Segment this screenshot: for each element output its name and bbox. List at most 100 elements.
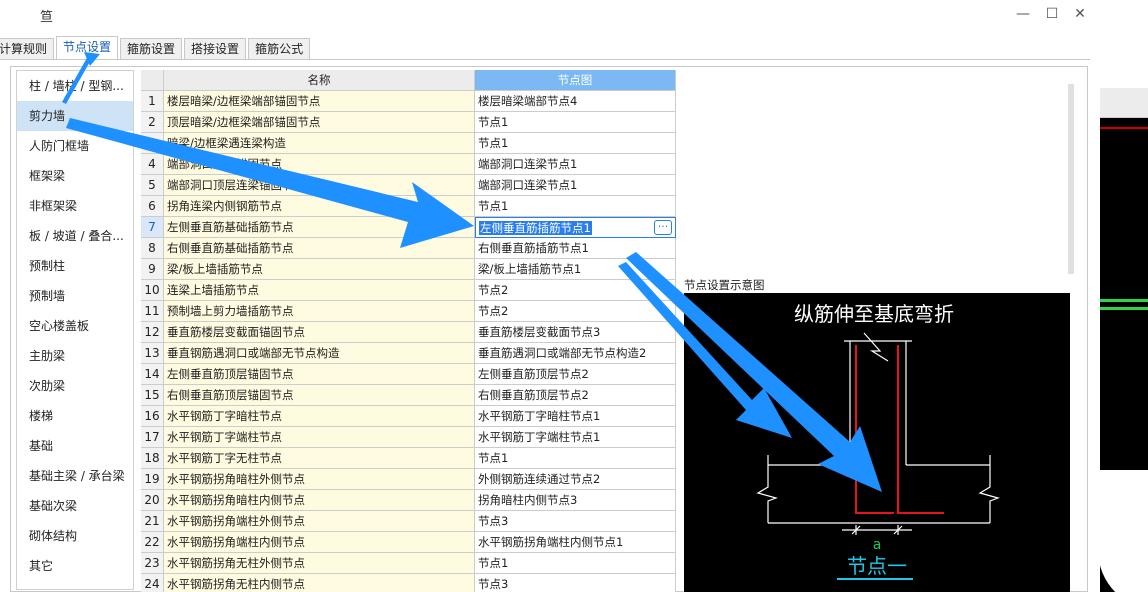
row-node-cell[interactable]: 拐角暗柱内侧节点3 bbox=[475, 490, 676, 511]
row-name-cell[interactable]: 水平钢筋拐角端柱外侧节点 bbox=[164, 511, 475, 532]
row-name-cell[interactable]: 水平钢筋拐角无柱外侧节点 bbox=[164, 553, 475, 574]
row-name-cell[interactable]: 预制墙上剪力墙插筋节点 bbox=[164, 301, 475, 322]
sidebar-item-secondary-rib-beam[interactable]: 次肋梁 bbox=[17, 371, 133, 401]
row-node-cell[interactable]: 端部洞口连梁节点1 bbox=[475, 154, 676, 175]
row-name-cell[interactable]: 端部洞口连梁锚固节点 bbox=[164, 154, 475, 175]
tab-stirrup-formula[interactable]: 箍筋公式 bbox=[248, 38, 311, 60]
row-name-cell[interactable]: 水平钢筋拐角暗柱内侧节点 bbox=[164, 490, 475, 511]
sidebar-item-precast-wall[interactable]: 预制墙 bbox=[17, 281, 133, 311]
minimize-button[interactable]: — bbox=[1012, 6, 1034, 22]
row-node-cell[interactable]: 端部洞口连梁节点1 bbox=[475, 175, 676, 196]
table-row[interactable]: 6 拐角连梁内侧钢筋节点 节点1 bbox=[141, 196, 677, 217]
row-name-cell[interactable]: 水平钢筋丁字无柱节点 bbox=[164, 448, 475, 469]
row-node-cell[interactable]: 左侧垂直筋顶层节点2 bbox=[475, 364, 676, 385]
column-header-name[interactable]: 名称 bbox=[164, 70, 475, 91]
row-node-cell[interactable]: 水平钢筋丁字暗柱节点1 bbox=[475, 406, 676, 427]
table-row[interactable]: 20 水平钢筋拐角暗柱内侧节点 拐角暗柱内侧节点3 bbox=[141, 490, 677, 511]
table-row[interactable]: 17 水平钢筋丁字端柱节点 水平钢筋丁字端柱节点1 bbox=[141, 427, 677, 448]
row-node-cell[interactable]: 节点1 bbox=[475, 448, 676, 469]
row-node-cell[interactable]: 左侧垂直筋插筋节点1 ··· bbox=[475, 217, 676, 238]
row-name-cell[interactable]: 梁/板上墙插筋节点 bbox=[164, 259, 475, 280]
sidebar-item-slab[interactable]: 板 / 坡道 / 叠合... bbox=[17, 221, 133, 251]
row-name-cell[interactable]: 垂直钢筋遇洞口或端部无节点构造 bbox=[164, 343, 475, 364]
row-node-cell[interactable]: 水平钢筋拐角端柱内侧节点1 bbox=[475, 532, 676, 553]
row-node-cell[interactable]: 节点1 bbox=[475, 196, 676, 217]
row-node-cell[interactable]: 节点3 bbox=[475, 511, 676, 532]
row-node-cell[interactable]: 右侧垂直筋顶层节点2 bbox=[475, 385, 676, 406]
sidebar-item-precast-column[interactable]: 预制柱 bbox=[17, 251, 133, 281]
row-name-cell[interactable]: 水平钢筋丁字暗柱节点 bbox=[164, 406, 475, 427]
row-name-cell[interactable]: 垂直筋楼层变截面锚固节点 bbox=[164, 322, 475, 343]
row-node-cell[interactable]: 节点1 bbox=[475, 553, 676, 574]
table-row[interactable]: 7 左侧垂直筋基础插筋节点 左侧垂直筋插筋节点1 ··· bbox=[141, 217, 677, 238]
row-node-cell[interactable]: 节点1 bbox=[475, 133, 676, 154]
row-node-cell[interactable]: 梁/板上墙插筋节点1 bbox=[475, 259, 676, 280]
row-name-cell[interactable]: 暗梁/边框梁遇连梁构造 bbox=[164, 133, 475, 154]
table-row[interactable]: 22 水平钢筋拐角端柱内侧节点 水平钢筋拐角端柱内侧节点1 bbox=[141, 532, 677, 553]
sidebar-item-other[interactable]: 其它 bbox=[17, 551, 133, 581]
row-node-cell[interactable]: 楼层暗梁端部节点4 bbox=[475, 91, 676, 112]
row-node-cell[interactable]: 垂直筋遇洞口或端部无节点构造2 bbox=[475, 343, 676, 364]
sidebar-item-masonry[interactable]: 砌体结构 bbox=[17, 521, 133, 551]
table-row[interactable]: 23 水平钢筋拐角无柱外侧节点 节点1 bbox=[141, 553, 677, 574]
table-row[interactable]: 3 暗梁/边框梁遇连梁构造 节点1 bbox=[141, 133, 677, 154]
sidebar-item-frame-beam[interactable]: 框架梁 bbox=[17, 161, 133, 191]
row-name-cell[interactable]: 水平钢筋拐角无柱内侧节点 bbox=[164, 574, 475, 592]
row-name-cell[interactable]: 顶层暗梁/边框梁端部锚固节点 bbox=[164, 112, 475, 133]
row-node-cell[interactable]: 右侧垂直筋插筋节点1 bbox=[475, 238, 676, 259]
selected-node-text[interactable]: 左侧垂直筋插筋节点1 bbox=[479, 221, 592, 235]
sidebar-item-foundation[interactable]: 基础 bbox=[17, 431, 133, 461]
row-name-cell[interactable]: 水平钢筋拐角端柱内侧节点 bbox=[164, 532, 475, 553]
table-row[interactable]: 16 水平钢筋丁字暗柱节点 水平钢筋丁字暗柱节点1 bbox=[141, 406, 677, 427]
table-row[interactable]: 9 梁/板上墙插筋节点 梁/板上墙插筋节点1 bbox=[141, 259, 677, 280]
row-node-cell[interactable]: 外侧钢筋连续通过节点2 bbox=[475, 469, 676, 490]
tab-lap-settings[interactable]: 搭接设置 bbox=[184, 38, 247, 60]
tab-node-settings[interactable]: 节点设置 bbox=[56, 36, 119, 60]
table-row[interactable]: 11 预制墙上剪力墙插筋节点 节点2 bbox=[141, 301, 677, 322]
row-name-cell[interactable]: 左侧垂直筋基础插筋节点 bbox=[164, 217, 475, 238]
table-row[interactable]: 8 右侧垂直筋基础插筋节点 右侧垂直筋插筋节点1 bbox=[141, 238, 677, 259]
sidebar-item-shear-wall[interactable]: 剪力墙 bbox=[17, 101, 133, 131]
sidebar-item-foundation-secondary-beam[interactable]: 基础次梁 bbox=[17, 491, 133, 521]
table-row[interactable]: 19 水平钢筋拐角暗柱外侧节点 外侧钢筋连续通过节点2 bbox=[141, 469, 677, 490]
tab-stirrup-settings[interactable]: 箍筋设置 bbox=[120, 38, 183, 60]
sidebar-item-foundation-main-beam[interactable]: 基础主梁 / 承台梁 bbox=[17, 461, 133, 491]
row-name-cell[interactable]: 拐角连梁内侧钢筋节点 bbox=[164, 196, 475, 217]
vertical-scrollbar[interactable] bbox=[1068, 84, 1074, 274]
maximize-button[interactable]: ☐ bbox=[1041, 6, 1063, 22]
row-node-cell[interactable]: 节点2 bbox=[475, 280, 676, 301]
table-row[interactable]: 1 楼层暗梁/边框梁端部锚固节点 楼层暗梁端部节点4 bbox=[141, 91, 677, 112]
row-name-cell[interactable]: 右侧垂直筋基础插筋节点 bbox=[164, 238, 475, 259]
table-row[interactable]: 13 垂直钢筋遇洞口或端部无节点构造 垂直筋遇洞口或端部无节点构造2 bbox=[141, 343, 677, 364]
row-name-cell[interactable]: 右侧垂直筋顶层锚固节点 bbox=[164, 385, 475, 406]
table-row[interactable]: 5 端部洞口顶层连梁锚固节点 端部洞口连梁节点1 bbox=[141, 175, 677, 196]
table-row[interactable]: 10 连梁上墙插筋节点 节点2 bbox=[141, 280, 677, 301]
table-row[interactable]: 15 右侧垂直筋顶层锚固节点 右侧垂直筋顶层节点2 bbox=[141, 385, 677, 406]
row-name-cell[interactable]: 连梁上墙插筋节点 bbox=[164, 280, 475, 301]
table-row[interactable]: 18 水平钢筋丁字无柱节点 节点1 bbox=[141, 448, 677, 469]
row-name-cell[interactable]: 端部洞口顶层连梁锚固节点 bbox=[164, 175, 475, 196]
table-row[interactable]: 4 端部洞口连梁锚固节点 端部洞口连梁节点1 bbox=[141, 154, 677, 175]
table-row[interactable]: 14 左侧垂直筋顶层锚固节点 左侧垂直筋顶层节点2 bbox=[141, 364, 677, 385]
table-row[interactable]: 24 水平钢筋拐角无柱内侧节点 节点3 bbox=[141, 574, 677, 592]
row-name-cell[interactable]: 左侧垂直筋顶层锚固节点 bbox=[164, 364, 475, 385]
sidebar-item-civil-defense-wall[interactable]: 人防门框墙 bbox=[17, 131, 133, 161]
row-node-cell[interactable]: 节点2 bbox=[475, 301, 676, 322]
row-node-cell[interactable]: 垂直筋楼层变截面节点3 bbox=[475, 322, 676, 343]
sidebar-item-column[interactable]: 柱 / 墙柱 / 型钢... bbox=[17, 71, 133, 101]
table-row[interactable]: 12 垂直筋楼层变截面锚固节点 垂直筋楼层变截面节点3 bbox=[141, 322, 677, 343]
row-node-cell[interactable]: 节点3 bbox=[475, 574, 676, 592]
row-name-cell[interactable]: 楼层暗梁/边框梁端部锚固节点 bbox=[164, 91, 475, 112]
sidebar-item-stairs[interactable]: 楼梯 bbox=[17, 401, 133, 431]
table-row[interactable]: 2 顶层暗梁/边框梁端部锚固节点 节点1 bbox=[141, 112, 677, 133]
sidebar-item-non-frame-beam[interactable]: 非框架梁 bbox=[17, 191, 133, 221]
row-node-cell[interactable]: 节点1 bbox=[475, 112, 676, 133]
tab-calc-rules[interactable]: 计算规则 bbox=[0, 38, 55, 60]
table-row[interactable]: 21 水平钢筋拐角端柱外侧节点 节点3 bbox=[141, 511, 677, 532]
row-name-cell[interactable]: 水平钢筋丁字端柱节点 bbox=[164, 427, 475, 448]
column-header-node[interactable]: 节点图 bbox=[475, 70, 676, 91]
node-picker-button[interactable]: ··· bbox=[654, 220, 672, 235]
close-button[interactable]: ✕ bbox=[1069, 6, 1091, 22]
row-node-cell[interactable]: 水平钢筋丁字端柱节点1 bbox=[475, 427, 676, 448]
row-name-cell[interactable]: 水平钢筋拐角暗柱外侧节点 bbox=[164, 469, 475, 490]
